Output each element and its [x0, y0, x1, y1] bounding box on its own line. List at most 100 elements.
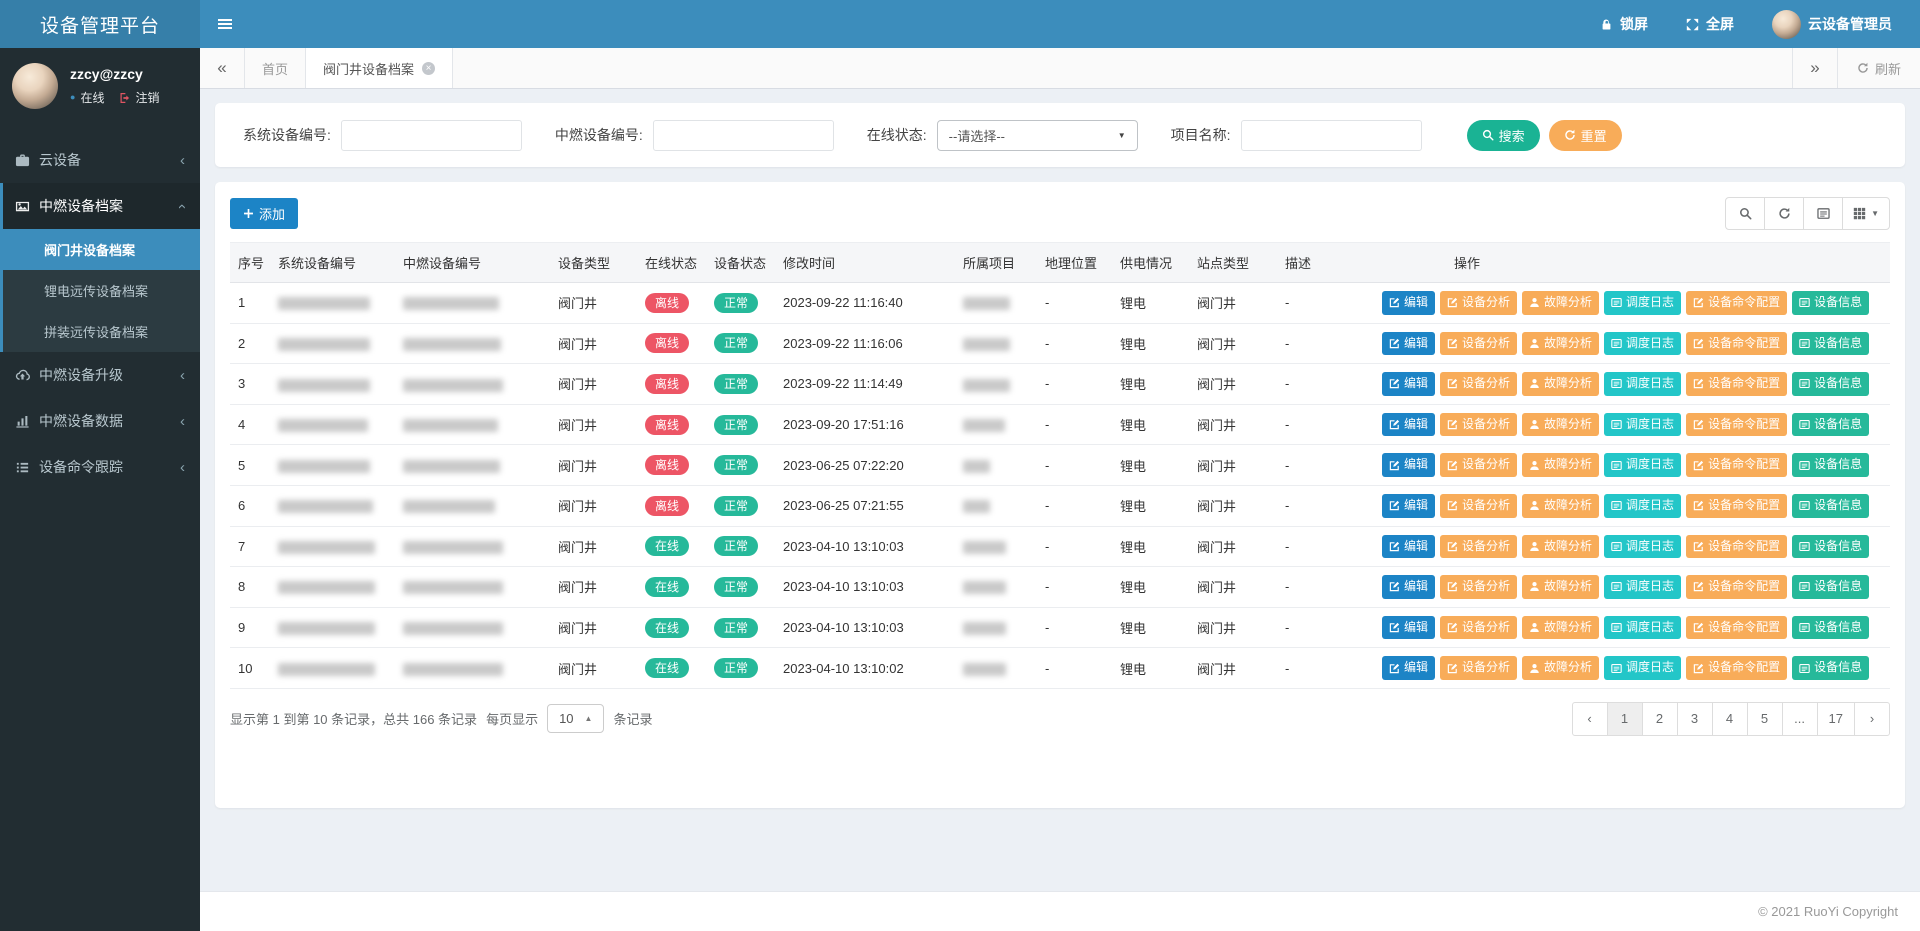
- next-page-button[interactable]: ›: [1854, 702, 1890, 736]
- device-info-button[interactable]: 设备信息: [1792, 575, 1869, 599]
- device-command-config-button[interactable]: 设备命令配置: [1686, 453, 1787, 477]
- device-command-config-button[interactable]: 设备命令配置: [1686, 494, 1787, 518]
- page-size-select[interactable]: 10 ▲: [547, 704, 604, 733]
- device-info-button[interactable]: 设备信息: [1792, 535, 1869, 559]
- device-command-config-button[interactable]: 设备命令配置: [1686, 291, 1787, 315]
- fault-analysis-button[interactable]: 故障分析: [1522, 332, 1599, 356]
- edit-button[interactable]: 编辑: [1382, 616, 1435, 640]
- tabs-scroll-right-button[interactable]: »: [1792, 48, 1837, 88]
- device-info-button[interactable]: 设备信息: [1792, 494, 1869, 518]
- device-analysis-button[interactable]: 设备分析: [1440, 575, 1517, 599]
- edit-button[interactable]: 编辑: [1382, 535, 1435, 559]
- dispatch-log-button[interactable]: 调度日志: [1604, 535, 1681, 559]
- device-analysis-button[interactable]: 设备分析: [1440, 656, 1517, 680]
- fullscreen-button[interactable]: 全屏: [1686, 14, 1734, 34]
- page-3-button[interactable]: 3: [1677, 702, 1713, 736]
- device-command-config-button[interactable]: 设备命令配置: [1686, 656, 1787, 680]
- gas-device-no-input[interactable]: [653, 120, 834, 151]
- table-columns-button[interactable]: ▼: [1842, 197, 1890, 230]
- device-analysis-button[interactable]: 设备分析: [1440, 535, 1517, 559]
- page-1-button[interactable]: 1: [1607, 702, 1643, 736]
- table-detail-view-button[interactable]: [1803, 197, 1843, 230]
- dispatch-log-button[interactable]: 调度日志: [1604, 575, 1681, 599]
- dispatch-log-button[interactable]: 调度日志: [1604, 656, 1681, 680]
- device-analysis-button[interactable]: 设备分析: [1440, 453, 1517, 477]
- fault-analysis-button[interactable]: 故障分析: [1522, 413, 1599, 437]
- device-info-button[interactable]: 设备信息: [1792, 656, 1869, 680]
- device-analysis-button[interactable]: 设备分析: [1440, 616, 1517, 640]
- device-analysis-button[interactable]: 设备分析: [1440, 291, 1517, 315]
- tab-valve-well-device-archive[interactable]: 阀门井设备档案×: [306, 48, 453, 88]
- device-command-config-button[interactable]: 设备命令配置: [1686, 413, 1787, 437]
- tabs-scroll-left-button[interactable]: «: [200, 48, 245, 88]
- fault-analysis-button[interactable]: 故障分析: [1522, 616, 1599, 640]
- dispatch-log-button[interactable]: 调度日志: [1604, 453, 1681, 477]
- device-command-config-button[interactable]: 设备命令配置: [1686, 332, 1787, 356]
- online-status-select[interactable]: --请选择--▼: [937, 120, 1138, 151]
- sidebar-item-gas-device-data-link[interactable]: 中燃设备数据‹: [0, 398, 200, 444]
- device-analysis-button[interactable]: 设备分析: [1440, 413, 1517, 437]
- sidebar-item-valve-well-device-archive[interactable]: 阀门井设备档案: [3, 229, 200, 270]
- fault-analysis-button[interactable]: 故障分析: [1522, 494, 1599, 518]
- fault-analysis-button[interactable]: 故障分析: [1522, 656, 1599, 680]
- device-info-button[interactable]: 设备信息: [1792, 372, 1869, 396]
- edit-button[interactable]: 编辑: [1382, 291, 1435, 315]
- prev-page-button[interactable]: ‹: [1572, 702, 1608, 736]
- sidebar-item-gas-device-archive-link[interactable]: 中燃设备档案‹: [3, 183, 200, 229]
- page-2-button[interactable]: 2: [1642, 702, 1678, 736]
- dispatch-log-button[interactable]: 调度日志: [1604, 291, 1681, 315]
- tab-refresh-button[interactable]: 刷新: [1837, 48, 1920, 88]
- device-info-button[interactable]: 设备信息: [1792, 616, 1869, 640]
- device-analysis-button[interactable]: 设备分析: [1440, 332, 1517, 356]
- device-info-button[interactable]: 设备信息: [1792, 291, 1869, 315]
- device-command-config-button[interactable]: 设备命令配置: [1686, 535, 1787, 559]
- device-command-config-button[interactable]: 设备命令配置: [1686, 575, 1787, 599]
- search-button[interactable]: 搜索: [1467, 120, 1540, 151]
- add-button[interactable]: 添加: [230, 198, 298, 229]
- sidebar-item-assembled-remote-device-archive[interactable]: 拼装远传设备档案: [3, 311, 200, 352]
- sidebar-item-lithium-remote-device-archive[interactable]: 锂电远传设备档案: [3, 270, 200, 311]
- dispatch-log-button[interactable]: 调度日志: [1604, 332, 1681, 356]
- edit-button[interactable]: 编辑: [1382, 372, 1435, 396]
- fault-analysis-button[interactable]: 故障分析: [1522, 575, 1599, 599]
- reset-button[interactable]: 重置: [1549, 120, 1622, 151]
- edit-button[interactable]: 编辑: [1382, 453, 1435, 477]
- fault-analysis-button[interactable]: 故障分析: [1522, 291, 1599, 315]
- table-search-button[interactable]: [1725, 197, 1765, 230]
- tab-close-icon[interactable]: ×: [422, 62, 435, 75]
- edit-button[interactable]: 编辑: [1382, 575, 1435, 599]
- project-name-input[interactable]: [1241, 120, 1422, 151]
- dispatch-log-button[interactable]: 调度日志: [1604, 616, 1681, 640]
- edit-button[interactable]: 编辑: [1382, 494, 1435, 518]
- device-info-button[interactable]: 设备信息: [1792, 413, 1869, 437]
- sidebar-item-cloud-devices-link[interactable]: 云设备‹: [0, 137, 200, 183]
- fault-analysis-button[interactable]: 故障分析: [1522, 372, 1599, 396]
- logout-button[interactable]: 注销: [119, 89, 159, 106]
- edit-button[interactable]: 编辑: [1382, 656, 1435, 680]
- sidebar-toggle-button[interactable]: [200, 0, 250, 48]
- edit-button[interactable]: 编辑: [1382, 413, 1435, 437]
- fault-analysis-button[interactable]: 故障分析: [1522, 453, 1599, 477]
- user-menu-button[interactable]: 云设备管理员: [1772, 10, 1892, 39]
- device-command-config-button[interactable]: 设备命令配置: [1686, 616, 1787, 640]
- lock-screen-button[interactable]: 锁屏: [1600, 14, 1648, 34]
- app-logo[interactable]: 设备管理平台: [0, 0, 200, 48]
- system-device-no-input[interactable]: [341, 120, 522, 151]
- device-command-config-button[interactable]: 设备命令配置: [1686, 372, 1787, 396]
- dispatch-log-button[interactable]: 调度日志: [1604, 494, 1681, 518]
- device-analysis-button[interactable]: 设备分析: [1440, 494, 1517, 518]
- device-info-button[interactable]: 设备信息: [1792, 332, 1869, 356]
- page-5-button[interactable]: 5: [1747, 702, 1783, 736]
- page-4-button[interactable]: 4: [1712, 702, 1748, 736]
- page-17-button[interactable]: 17: [1817, 702, 1855, 736]
- device-analysis-button[interactable]: 设备分析: [1440, 372, 1517, 396]
- sidebar-item-gas-device-upgrade-link[interactable]: 中燃设备升级‹: [0, 352, 200, 398]
- edit-button[interactable]: 编辑: [1382, 332, 1435, 356]
- dispatch-log-button[interactable]: 调度日志: [1604, 372, 1681, 396]
- sidebar-item-device-command-tracking-link[interactable]: 设备命令跟踪‹: [0, 444, 200, 490]
- fault-analysis-button[interactable]: 故障分析: [1522, 535, 1599, 559]
- dispatch-log-button[interactable]: 调度日志: [1604, 413, 1681, 437]
- device-info-button[interactable]: 设备信息: [1792, 453, 1869, 477]
- table-refresh-button[interactable]: [1764, 197, 1804, 230]
- tab-home[interactable]: 首页: [245, 48, 306, 88]
